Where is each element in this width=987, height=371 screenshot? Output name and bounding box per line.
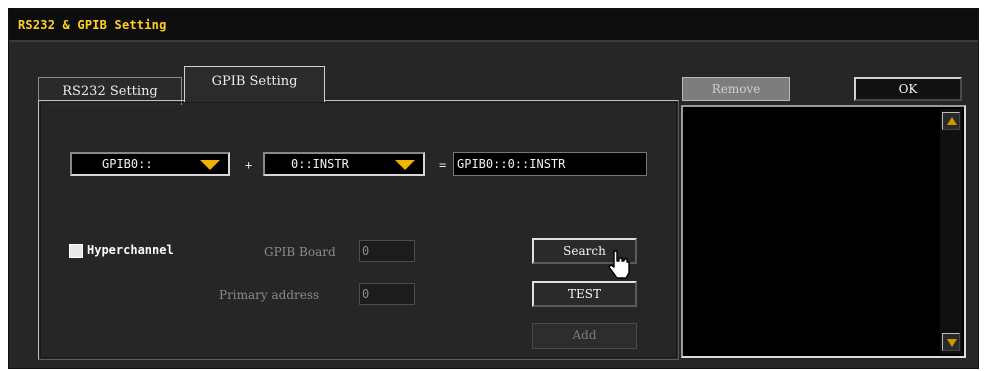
window-title: RS232 & GPIB Setting bbox=[18, 18, 167, 32]
remove-button[interactable]: Remove bbox=[682, 77, 790, 101]
add-button[interactable]: Add bbox=[532, 323, 637, 349]
triangle-down-icon bbox=[947, 339, 957, 347]
list-scrollbar[interactable] bbox=[940, 109, 962, 354]
title-bar: RS232 & GPIB Setting bbox=[9, 9, 978, 42]
gpib-address-dropdown[interactable]: 0::INSTR bbox=[263, 152, 425, 176]
triangle-up-icon bbox=[947, 117, 957, 125]
hyperchannel-label: Hyperchannel bbox=[87, 243, 174, 257]
chevron-down-icon bbox=[395, 160, 415, 170]
hyperchannel-checkbox[interactable] bbox=[69, 244, 83, 258]
gpib-address-dropdown-value: 0::INSTR bbox=[291, 157, 349, 171]
resource-string-field: GPIB0::0::INSTR bbox=[453, 152, 647, 176]
primary-address-input[interactable]: 0 bbox=[359, 283, 415, 305]
hand-pointer-icon bbox=[608, 250, 630, 279]
settings-window: RS232 & GPIB Setting RS232 Setting GPIB … bbox=[8, 8, 979, 369]
ok-button[interactable]: OK bbox=[854, 77, 962, 101]
tab-gpib-setting[interactable]: GPIB Setting bbox=[184, 66, 325, 102]
scroll-up-button[interactable] bbox=[942, 112, 960, 130]
plus-sign: + bbox=[245, 158, 253, 172]
test-button[interactable]: TEST bbox=[532, 281, 637, 307]
instrument-list[interactable] bbox=[681, 105, 966, 358]
equals-sign: = bbox=[439, 158, 447, 172]
chevron-down-icon bbox=[200, 160, 220, 170]
primary-address-label: Primary address bbox=[219, 288, 320, 302]
gpib-board-dropdown-value: GPIB0:: bbox=[102, 157, 153, 171]
gpib-board-input[interactable]: 0 bbox=[359, 240, 415, 262]
scroll-down-button[interactable] bbox=[942, 333, 960, 351]
gpib-board-dropdown[interactable]: GPIB0:: bbox=[70, 152, 230, 176]
gpib-board-label: GPIB Board bbox=[264, 245, 336, 259]
gpib-setting-panel bbox=[38, 100, 679, 360]
